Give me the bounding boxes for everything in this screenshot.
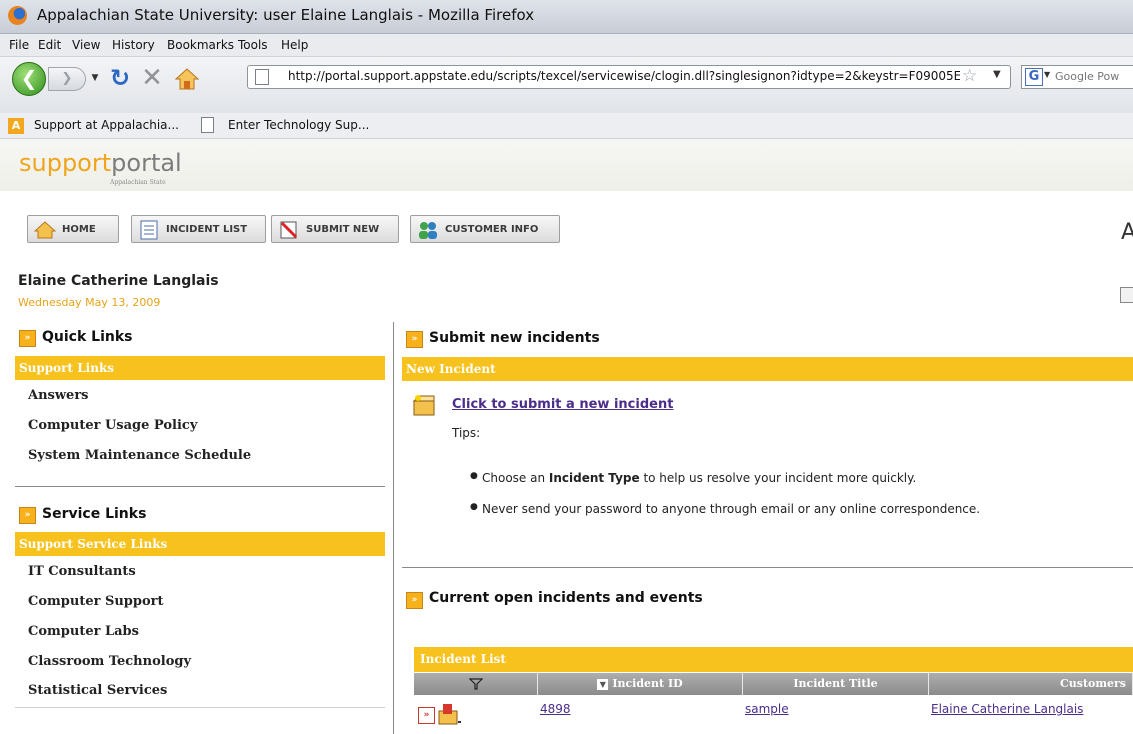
reload-icon[interactable]: ↻ <box>108 64 132 92</box>
menu-file[interactable]: File <box>9 38 29 52</box>
incident-list-bar: Incident List <box>414 647 1133 672</box>
column-label: Incident ID <box>612 677 683 690</box>
menu-bar: File Edit View History Bookmarks Tools H… <box>0 34 1133 57</box>
expand-arrow-icon[interactable]: » <box>19 330 36 347</box>
list-icon <box>140 220 158 240</box>
menu-help[interactable]: Help <box>281 38 308 52</box>
column-label: Customers <box>1060 677 1126 690</box>
expand-arrow-icon[interactable]: » <box>19 507 36 524</box>
tip-password: Never send your password to anyone throu… <box>470 502 980 516</box>
tip-incident-type: Choose an Incident Type to help us resol… <box>470 471 917 485</box>
incident-customer-cell[interactable]: Elaine Catherine Langlais <box>931 702 1083 716</box>
quick-links-title: Quick Links <box>42 329 133 345</box>
menu-tools[interactable]: Tools <box>238 38 268 52</box>
search-engine-dropdown-icon[interactable]: ▼ <box>1044 70 1050 79</box>
menu-edit[interactable]: Edit <box>38 38 61 52</box>
support-service-links-bar: Support Service Links <box>15 532 385 556</box>
window-titlebar: Appalachian State University: user Elain… <box>0 0 1133 34</box>
link-computer-labs[interactable]: Computer Labs <box>28 624 139 639</box>
stop-icon[interactable]: ✕ <box>140 64 164 92</box>
link-statistical-services[interactable]: Statistical Services <box>28 683 167 698</box>
tips-label: Tips: <box>452 426 481 440</box>
link-computer-usage-policy[interactable]: Computer Usage Policy <box>28 418 197 433</box>
link-answers[interactable]: Answers <box>28 388 89 403</box>
filter-icon[interactable] <box>468 678 483 690</box>
column-filter[interactable] <box>414 673 538 695</box>
submit-icon <box>280 221 298 239</box>
open-incidents-title: Current open incidents and events <box>429 590 703 606</box>
logo-support-text: support <box>19 149 112 177</box>
page-icon <box>201 117 214 133</box>
people-icon <box>419 222 437 239</box>
forward-icon[interactable]: ❯ <box>48 67 86 91</box>
support-portal-logo[interactable]: supportportal <box>19 149 182 177</box>
column-label: Incident Title <box>793 677 878 690</box>
link-it-consultants[interactable]: IT Consultants <box>28 564 136 579</box>
link-system-maintenance[interactable]: System Maintenance Schedule <box>28 448 251 463</box>
url-bar[interactable]: http://portal.support.appstate.edu/scrip… <box>247 65 1011 89</box>
new-incident-bar: New Incident <box>402 357 1133 381</box>
google-icon[interactable]: G <box>1025 68 1043 86</box>
menu-history[interactable]: History <box>112 38 155 52</box>
logo-portal-text: portal <box>111 149 182 177</box>
page-icon <box>255 69 269 85</box>
tip-text: to help us resolve your incident more qu… <box>639 471 917 485</box>
column-customers[interactable]: Customers <box>929 673 1133 695</box>
support-links-bar: Support Links <box>15 356 385 380</box>
submit-incidents-title: Submit new incidents <box>429 330 600 346</box>
current-date: Wednesday May 13, 2009 <box>18 296 161 309</box>
expand-row-icon[interactable]: » <box>418 707 435 724</box>
divider <box>15 486 385 487</box>
user-name: Elaine Catherine Langlais <box>18 273 219 289</box>
submit-new-incident-link[interactable]: Click to submit a new incident <box>452 397 673 412</box>
search-input[interactable] <box>1055 67 1133 85</box>
clipped-checkbox[interactable] <box>1120 287 1133 303</box>
sort-icon[interactable]: ▼ <box>597 678 609 690</box>
incident-list-button-label: INCIDENT LIST <box>166 224 248 235</box>
submit-new-button[interactable]: SUBMIT NEW <box>271 215 399 243</box>
home-button[interactable]: HOME <box>27 215 119 243</box>
appstate-favicon-icon: A <box>8 118 24 134</box>
url-text[interactable]: http://portal.support.appstate.edu/scrip… <box>288 69 960 83</box>
incident-id-cell[interactable]: 4898 <box>540 702 571 716</box>
divider <box>15 707 385 708</box>
menu-view[interactable]: View <box>72 38 100 52</box>
column-incident-title[interactable]: Incident Title <box>743 673 929 695</box>
bookmark-star-icon[interactable]: ☆ <box>962 66 977 86</box>
incident-title-cell[interactable]: sample <box>745 702 789 716</box>
service-links-title: Service Links <box>42 506 147 522</box>
incident-list-button[interactable]: INCIDENT LIST <box>131 215 266 243</box>
divider <box>402 567 1133 568</box>
tip-text: Choose an <box>482 471 549 485</box>
link-computer-support[interactable]: Computer Support <box>28 594 164 609</box>
menu-bookmarks[interactable]: Bookmarks <box>167 38 234 52</box>
firefox-logo-icon <box>8 6 27 25</box>
window-title: Appalachian State University: user Elain… <box>37 6 535 24</box>
column-divider <box>393 322 394 734</box>
history-dropdown-icon[interactable]: ▼ <box>88 69 102 87</box>
url-dropdown-icon[interactable]: ▼ <box>993 69 1001 80</box>
portal-header: supportportal Appalachian State <box>0 139 1133 191</box>
home-icon <box>34 221 56 239</box>
customer-info-button[interactable]: CUSTOMER INFO <box>410 215 560 243</box>
tip-bold-text: Incident Type <box>548 471 640 485</box>
new-incident-icon[interactable] <box>411 393 437 417</box>
search-bar[interactable]: G ▼ <box>1021 65 1133 89</box>
submit-new-button-label: SUBMIT NEW <box>306 224 380 235</box>
back-icon[interactable]: ❮ <box>12 62 46 96</box>
incident-status-icon <box>438 704 461 725</box>
bookmarks-toolbar: A Support at Appalachia... Enter Technol… <box>0 113 1133 139</box>
bookmark-enter-tech[interactable]: Enter Technology Sup... <box>228 118 369 132</box>
expand-arrow-icon[interactable]: » <box>406 592 423 609</box>
home-button-label: HOME <box>62 224 96 235</box>
expand-arrow-icon[interactable]: » <box>406 331 423 348</box>
home-icon[interactable] <box>174 66 200 92</box>
column-incident-id[interactable]: ▼ Incident ID <box>538 673 743 695</box>
bookmark-support[interactable]: Support at Appalachia... <box>34 118 179 132</box>
link-classroom-technology[interactable]: Classroom Technology <box>28 654 191 669</box>
customer-info-button-label: CUSTOMER INFO <box>445 224 539 235</box>
navigation-toolbar: ❮ ❯ ▼ ↻ ✕ http://portal.support.appstate… <box>0 57 1133 114</box>
logo-subtitle: Appalachian State <box>110 179 166 186</box>
clipped-header-text: A <box>1121 220 1133 245</box>
